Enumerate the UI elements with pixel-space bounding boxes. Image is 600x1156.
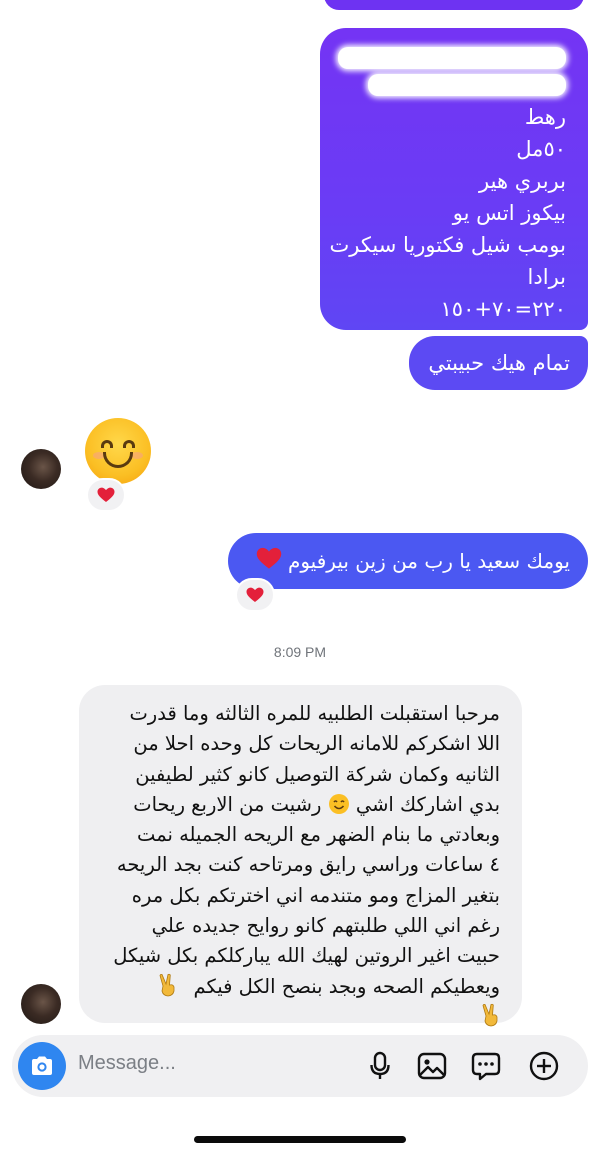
message-line: اللا اشكركم للامانه الريحات كل وحده احلا… (133, 732, 500, 756)
timestamp: 8:09 PM (273, 644, 327, 660)
message-line: برادا (527, 265, 566, 289)
camera-button[interactable] (18, 1042, 66, 1090)
avatar[interactable] (21, 984, 61, 1024)
outgoing-message-list[interactable]: رهط ٥٠مل بربري هير بيكوز اتس يو بومب شيل… (320, 28, 588, 330)
message-fragment: ويعطيكم الصحه وبجد بنصح الكل فيكم (193, 974, 500, 998)
previous-message-bubble (324, 0, 584, 10)
message-line: بومب شيل فكتوريا سيكرت (329, 233, 566, 257)
redacted-text (368, 74, 566, 96)
message-line: ٥٠مل (516, 137, 566, 161)
chat-bubble-icon (471, 1052, 501, 1081)
message-line: رهط (524, 105, 566, 129)
message-fragment: بدي اشاركك اشي (355, 792, 500, 816)
message-line: ٢٢٠=٧٠+١٥٠ (440, 297, 566, 321)
message-line: رغم اني اللي طلبتهم كانو روايح جديده علي (151, 914, 500, 938)
message-line: بيكوز اتس يو (452, 201, 566, 225)
message-line: الثانيه وكمان شركة التوصيل كانو كثير لطي… (135, 762, 500, 786)
image-icon (417, 1052, 447, 1080)
reaction-heart-badge[interactable] (86, 478, 126, 512)
message-line: بتغير المزاج ومو متندمه اني اخترتكم بكل … (131, 883, 500, 907)
reaction-heart-badge[interactable] (235, 578, 275, 612)
heart-icon (97, 487, 115, 503)
camera-icon (32, 1056, 52, 1075)
smiling-face-icon (328, 793, 350, 815)
message-line-with-emoji: ويعطيكم الصحه وبجد بنصح الكل فيكم (95, 972, 500, 1002)
outgoing-message[interactable]: تمام هيك حبيبتي (409, 336, 588, 390)
smiling-face-emoji-icon[interactable] (85, 418, 151, 484)
home-indicator (194, 1136, 406, 1143)
message-composer (12, 1035, 588, 1097)
message-line-emoji (95, 1002, 500, 1032)
microphone-icon (370, 1051, 390, 1079)
gallery-button[interactable] (416, 1050, 448, 1082)
outgoing-message-greeting[interactable]: يومك سعيد يا رب من زين بيرفيوم (228, 533, 588, 589)
message-line: مرحبا استقبلت الطلبيه للمره الثالثه وما … (129, 702, 500, 725)
microphone-button[interactable] (364, 1050, 396, 1082)
plus-circle-icon (529, 1051, 559, 1081)
victory-hand-icon (480, 1003, 502, 1027)
message-line: بربري هير (479, 169, 566, 193)
heart-icon (256, 547, 282, 579)
incoming-message-long[interactable]: مرحبا استقبلت الطلبيه للمره الثالثه وما … (79, 685, 522, 1027)
victory-hand-icon (157, 973, 179, 997)
message-line: وبعادتي ما بنام الضهر مع الريحه الجميله … (137, 823, 500, 847)
avatar[interactable] (21, 449, 61, 489)
message-text: يومك سعيد يا رب من زين بيرفيوم (287, 549, 570, 573)
heart-icon (246, 587, 264, 603)
sticker-button[interactable] (470, 1050, 502, 1082)
message-fragment: رشيت من الاربع ريحات (133, 792, 322, 816)
redacted-text (338, 47, 566, 69)
more-button[interactable] (528, 1050, 560, 1082)
message-line: حبيت اغير الروتين لهيك الله يباركلكم بكل… (113, 944, 500, 968)
message-line-with-emoji: بدي اشاركك اشي رشيت من الاربع ريحات (95, 790, 500, 820)
message-input[interactable] (78, 1052, 338, 1075)
message-line: ٤ ساعات وراسي رايق ومرتاحه كنت بجد الريح… (116, 853, 500, 877)
